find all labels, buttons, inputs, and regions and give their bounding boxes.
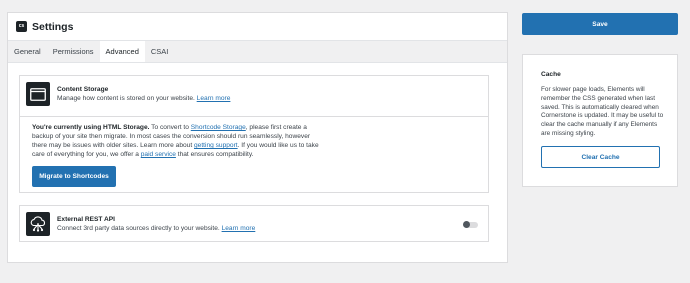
rest-api-text: External REST API Connect 3rd party data… (57, 216, 255, 232)
cornerstone-logo: cs (16, 21, 27, 32)
tab-general[interactable]: General (8, 41, 47, 62)
rest-api-title: External REST API (57, 216, 116, 223)
paid-service-link[interactable]: paid service (141, 151, 176, 158)
body-text-1: To convert to (149, 124, 191, 131)
content-storage-title: Content Storage (57, 86, 109, 93)
storage-status: You're currently using HTML Storage. (32, 124, 150, 131)
rest-api-header: External REST API Connect 3rd party data… (20, 206, 488, 236)
card-divider (20, 116, 488, 117)
tab-permissions[interactable]: Permissions (47, 41, 100, 62)
rest-api-learn-more-link[interactable]: Learn more (222, 225, 256, 232)
rest-api-desc-text: Connect 3rd party data sources directly … (57, 225, 220, 232)
getting-support-link[interactable]: getting support (194, 142, 238, 149)
content-storage-text: Content Storage Manage how content is st… (57, 86, 230, 102)
rest-api-toggle[interactable] (463, 221, 478, 228)
body-text-4: that ensures compatibility. (175, 151, 254, 159)
cloud-network-icon (26, 212, 50, 236)
rest-api-card: External REST API Connect 3rd party data… (19, 205, 489, 242)
clear-cache-button[interactable]: Clear Cache (541, 146, 660, 168)
content-storage-desc-text: Manage how content is stored on your web… (57, 95, 195, 102)
tab-advanced[interactable]: Advanced (99, 41, 145, 62)
rest-api-description: Connect 3rd party data sources directly … (57, 225, 255, 232)
cache-description: For slower page loads, Elements will rem… (541, 86, 664, 138)
content-storage-card: Content Storage Manage how content is st… (19, 75, 489, 193)
cache-panel: Cache For slower page loads, Elements wi… (522, 54, 678, 187)
cache-title: Cache (541, 71, 561, 78)
tab-csai[interactable]: CSAI (145, 41, 175, 62)
content-storage-learn-more-link[interactable]: Learn more (197, 95, 231, 102)
save-button[interactable]: Save (522, 13, 678, 35)
logo-text: cs (18, 23, 25, 29)
migrate-to-shortcodes-button[interactable]: Migrate to Shortcodes (32, 166, 116, 187)
browser-window-icon (26, 82, 50, 106)
tab-bar: General Permissions Advanced CSAI (8, 40, 507, 63)
page-title: Settings (32, 20, 74, 33)
panel-header: cs Settings (8, 13, 507, 40)
shortcode-storage-link[interactable]: Shortcode Storage (191, 124, 246, 131)
toggle-knob (463, 221, 470, 228)
content-storage-body: You're currently using HTML Storage. To … (32, 123, 322, 159)
content-storage-header: Content Storage Manage how content is st… (20, 76, 488, 106)
content-storage-description: Manage how content is stored on your web… (57, 95, 230, 102)
